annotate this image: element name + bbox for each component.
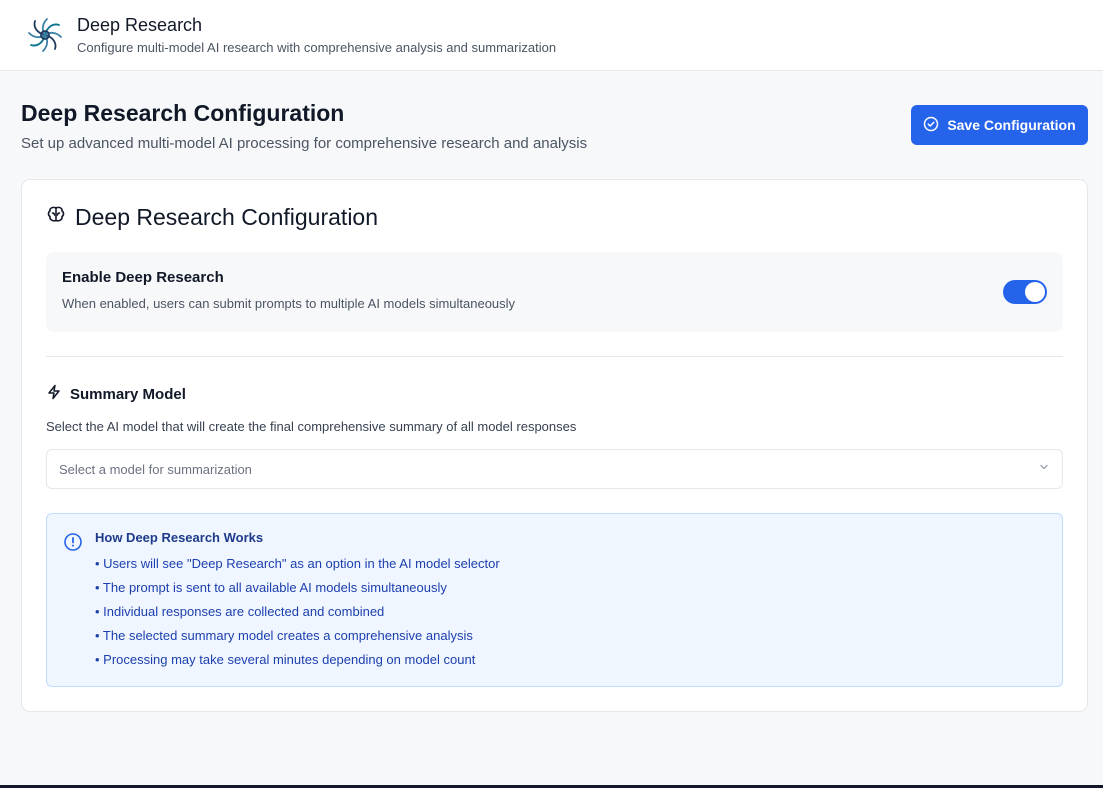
app-header: Deep Research Configure multi-model AI r… xyxy=(0,0,1103,71)
card-title: Deep Research Configuration xyxy=(75,204,379,230)
summary-model-heading: Summary Model xyxy=(46,384,186,404)
app-subtitle: Configure multi-model AI research with c… xyxy=(77,39,557,55)
summary-model-description: Select the AI model that will create the… xyxy=(46,419,577,434)
info-list-item: • Individual responses are collected and… xyxy=(95,604,385,619)
enable-deep-research-row: Enable Deep Research When enabled, users… xyxy=(46,252,1063,332)
brain-icon xyxy=(46,204,66,231)
info-list-item: • The prompt is sent to all available AI… xyxy=(95,580,447,595)
summary-model-placeholder: Select a model for summarization xyxy=(59,461,252,477)
page-heading: Deep Research Configuration Set up advan… xyxy=(21,98,1088,158)
info-title: How Deep Research Works xyxy=(95,530,264,545)
section-divider xyxy=(46,356,1063,357)
enable-deep-research-description: When enabled, users can submit prompts t… xyxy=(62,296,516,311)
app-title-group: Deep Research Configure multi-model AI r… xyxy=(77,14,556,57)
info-list-item: • Users will see "Deep Research" as an o… xyxy=(95,556,500,571)
app-title: Deep Research xyxy=(77,14,203,35)
card-title-row: Deep Research Configuration xyxy=(46,204,378,231)
save-configuration-button[interactable]: Save Configuration xyxy=(911,105,1088,145)
enable-deep-research-toggle[interactable] xyxy=(1003,280,1047,304)
chevron-down-icon xyxy=(1038,460,1050,478)
summary-model-title: Summary Model xyxy=(70,385,186,403)
configuration-card: Deep Research Configuration Enable Deep … xyxy=(21,179,1088,712)
info-list-item: • The selected summary model creates a c… xyxy=(95,628,473,643)
how-it-works-info-box: How Deep Research Works • Users will see… xyxy=(46,513,1063,687)
alert-circle-icon xyxy=(63,532,83,557)
enable-deep-research-label: Enable Deep Research xyxy=(62,269,224,286)
info-list: • Users will see "Deep Research" as an o… xyxy=(95,552,1046,672)
info-list-item: • Processing may take several minutes de… xyxy=(95,652,476,667)
check-circle-icon xyxy=(923,116,939,135)
spiral-logo-icon xyxy=(24,14,66,56)
save-button-label: Save Configuration xyxy=(947,117,1076,133)
toggle-knob xyxy=(1025,282,1045,302)
summary-model-select[interactable]: Select a model for summarization xyxy=(46,449,1063,489)
zap-icon xyxy=(46,384,62,404)
